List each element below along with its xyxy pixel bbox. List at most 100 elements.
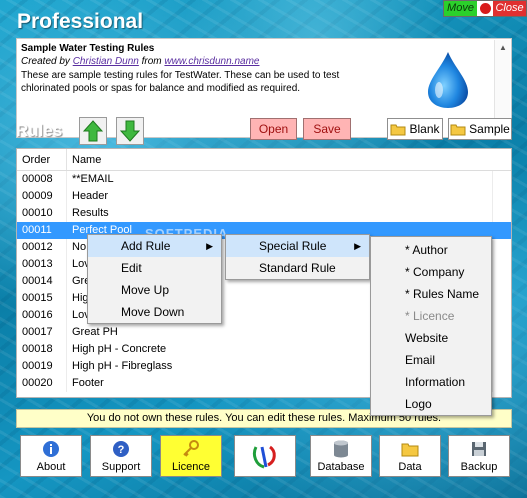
menu-item-email[interactable]: Email bbox=[371, 349, 491, 371]
cell-order: 00013 bbox=[17, 256, 67, 273]
rules-heading: Rules bbox=[16, 121, 63, 140]
save-button[interactable]: Save bbox=[303, 118, 351, 140]
support-label: Support bbox=[101, 461, 141, 473]
submenu-arrow-icon: ▶ bbox=[354, 241, 361, 251]
menu-item-add-rule[interactable]: Add Rule ▶ bbox=[88, 235, 221, 257]
testwater-logo-icon bbox=[252, 445, 276, 469]
menu-item-information[interactable]: Information bbox=[371, 371, 491, 393]
menu-item-author[interactable]: * Author bbox=[371, 239, 491, 261]
about-label: About bbox=[36, 461, 66, 473]
help-icon: ? bbox=[113, 441, 129, 457]
menu-item-company[interactable]: * Company bbox=[371, 261, 491, 283]
cell-name: Results bbox=[67, 205, 493, 222]
cell-spacer bbox=[493, 171, 511, 188]
author-link[interactable]: Christian Dunn bbox=[73, 56, 139, 67]
data-button[interactable]: Data bbox=[379, 435, 441, 477]
cell-order: 00008 bbox=[17, 171, 67, 188]
app-title: Professional bbox=[17, 10, 144, 33]
move-rule-down-button[interactable] bbox=[116, 117, 144, 145]
blank-label: Blank bbox=[409, 122, 440, 136]
folder-icon bbox=[450, 124, 466, 135]
submenu-arrow-icon: ▶ bbox=[206, 241, 213, 251]
menu-item-logo[interactable]: Logo bbox=[371, 393, 491, 415]
cell-spacer bbox=[493, 307, 511, 324]
menu-item-edit[interactable]: Edit bbox=[88, 257, 221, 279]
backup-label: Backup bbox=[460, 461, 498, 473]
svg-text:?: ? bbox=[118, 444, 125, 456]
backup-button[interactable]: Backup bbox=[448, 435, 510, 477]
special-rule-submenu: * Author * Company * Rules Name * Licenc… bbox=[370, 236, 492, 416]
move-rule-up-button[interactable] bbox=[79, 117, 107, 145]
cell-spacer bbox=[493, 222, 511, 239]
key-icon bbox=[183, 440, 199, 457]
cell-order: 00012 bbox=[17, 239, 67, 256]
table-row[interactable]: 00009 Header bbox=[17, 188, 511, 205]
close-label[interactable]: Close bbox=[493, 1, 526, 16]
folder-icon bbox=[390, 124, 406, 135]
created-by-prefix: Created by bbox=[21, 56, 70, 67]
data-label: Data bbox=[398, 461, 422, 473]
licence-button[interactable]: Licence bbox=[160, 435, 222, 477]
cell-spacer bbox=[493, 188, 511, 205]
database-icon bbox=[334, 440, 348, 458]
cell-order: 00018 bbox=[17, 341, 67, 358]
row-context-menu: Add Rule ▶ Edit Move Up Move Down bbox=[87, 234, 222, 324]
info-description: These are sample testing rules for TestW… bbox=[21, 70, 340, 94]
floppy-disk-icon bbox=[472, 442, 486, 456]
cell-order: 00019 bbox=[17, 358, 67, 375]
cell-order: 00014 bbox=[17, 273, 67, 290]
sample-label: Sample bbox=[469, 122, 510, 136]
open-button[interactable]: Open bbox=[250, 118, 297, 140]
menu-item-standard-rule[interactable]: Standard Rule bbox=[226, 257, 369, 279]
database-label: Database bbox=[317, 461, 365, 473]
cell-spacer bbox=[493, 290, 511, 307]
from-word: from bbox=[141, 56, 162, 67]
toggle-knob-icon[interactable] bbox=[477, 1, 493, 16]
table-row[interactable]: 00010 Results bbox=[17, 205, 511, 222]
cell-order: 00016 bbox=[17, 307, 67, 324]
about-button[interactable]: About bbox=[20, 435, 82, 477]
move-label[interactable]: Move bbox=[444, 1, 477, 16]
cell-order: 00020 bbox=[17, 375, 67, 392]
sample-button[interactable]: Sample bbox=[448, 118, 512, 140]
licence-label: Licence bbox=[172, 461, 210, 473]
folder-icon bbox=[401, 443, 419, 456]
column-header-order[interactable]: Order bbox=[17, 149, 67, 170]
cell-name: Header bbox=[67, 188, 493, 205]
info-icon bbox=[43, 441, 59, 457]
special-rule-label: Special Rule bbox=[259, 239, 327, 253]
add-rule-submenu: Special Rule ▶ Standard Rule bbox=[225, 234, 370, 280]
menu-item-rules-name[interactable]: * Rules Name bbox=[371, 283, 491, 305]
column-header-name[interactable]: Name bbox=[67, 149, 101, 170]
cell-order: 00009 bbox=[17, 188, 67, 205]
cell-spacer bbox=[493, 341, 511, 358]
cell-spacer bbox=[493, 324, 511, 341]
table-header: Order Name bbox=[17, 149, 511, 171]
cell-spacer bbox=[493, 239, 511, 256]
arrow-up-icon bbox=[83, 120, 103, 142]
website-link[interactable]: www.chrisdunn.name bbox=[164, 56, 259, 67]
scroll-up-icon[interactable]: ▲ bbox=[495, 40, 511, 56]
menu-item-move-up[interactable]: Move Up bbox=[88, 279, 221, 301]
support-button[interactable]: ? Support bbox=[90, 435, 152, 477]
cell-spacer bbox=[493, 205, 511, 222]
testwater-logo-button[interactable] bbox=[234, 435, 296, 477]
cell-order: 00015 bbox=[17, 290, 67, 307]
add-rule-label: Add Rule bbox=[121, 239, 171, 253]
database-button[interactable]: Database bbox=[310, 435, 372, 477]
arrow-down-icon bbox=[120, 120, 140, 142]
menu-item-licence: * Licence bbox=[405, 309, 455, 323]
cell-order: 00010 bbox=[17, 205, 67, 222]
menu-item-special-rule[interactable]: Special Rule ▶ bbox=[226, 235, 369, 257]
move-close-toggle[interactable]: Move Close bbox=[443, 0, 527, 17]
cell-order: 00017 bbox=[17, 324, 67, 341]
menu-item-website[interactable]: Website bbox=[371, 327, 491, 349]
cell-spacer bbox=[493, 375, 511, 392]
cell-name: **EMAIL bbox=[67, 171, 493, 188]
blank-button[interactable]: Blank bbox=[387, 118, 443, 140]
cell-spacer bbox=[493, 273, 511, 290]
cell-spacer bbox=[493, 256, 511, 273]
water-drop-icon bbox=[428, 52, 468, 108]
menu-item-move-down[interactable]: Move Down bbox=[88, 301, 221, 323]
table-row[interactable]: 00008 **EMAIL bbox=[17, 171, 511, 188]
